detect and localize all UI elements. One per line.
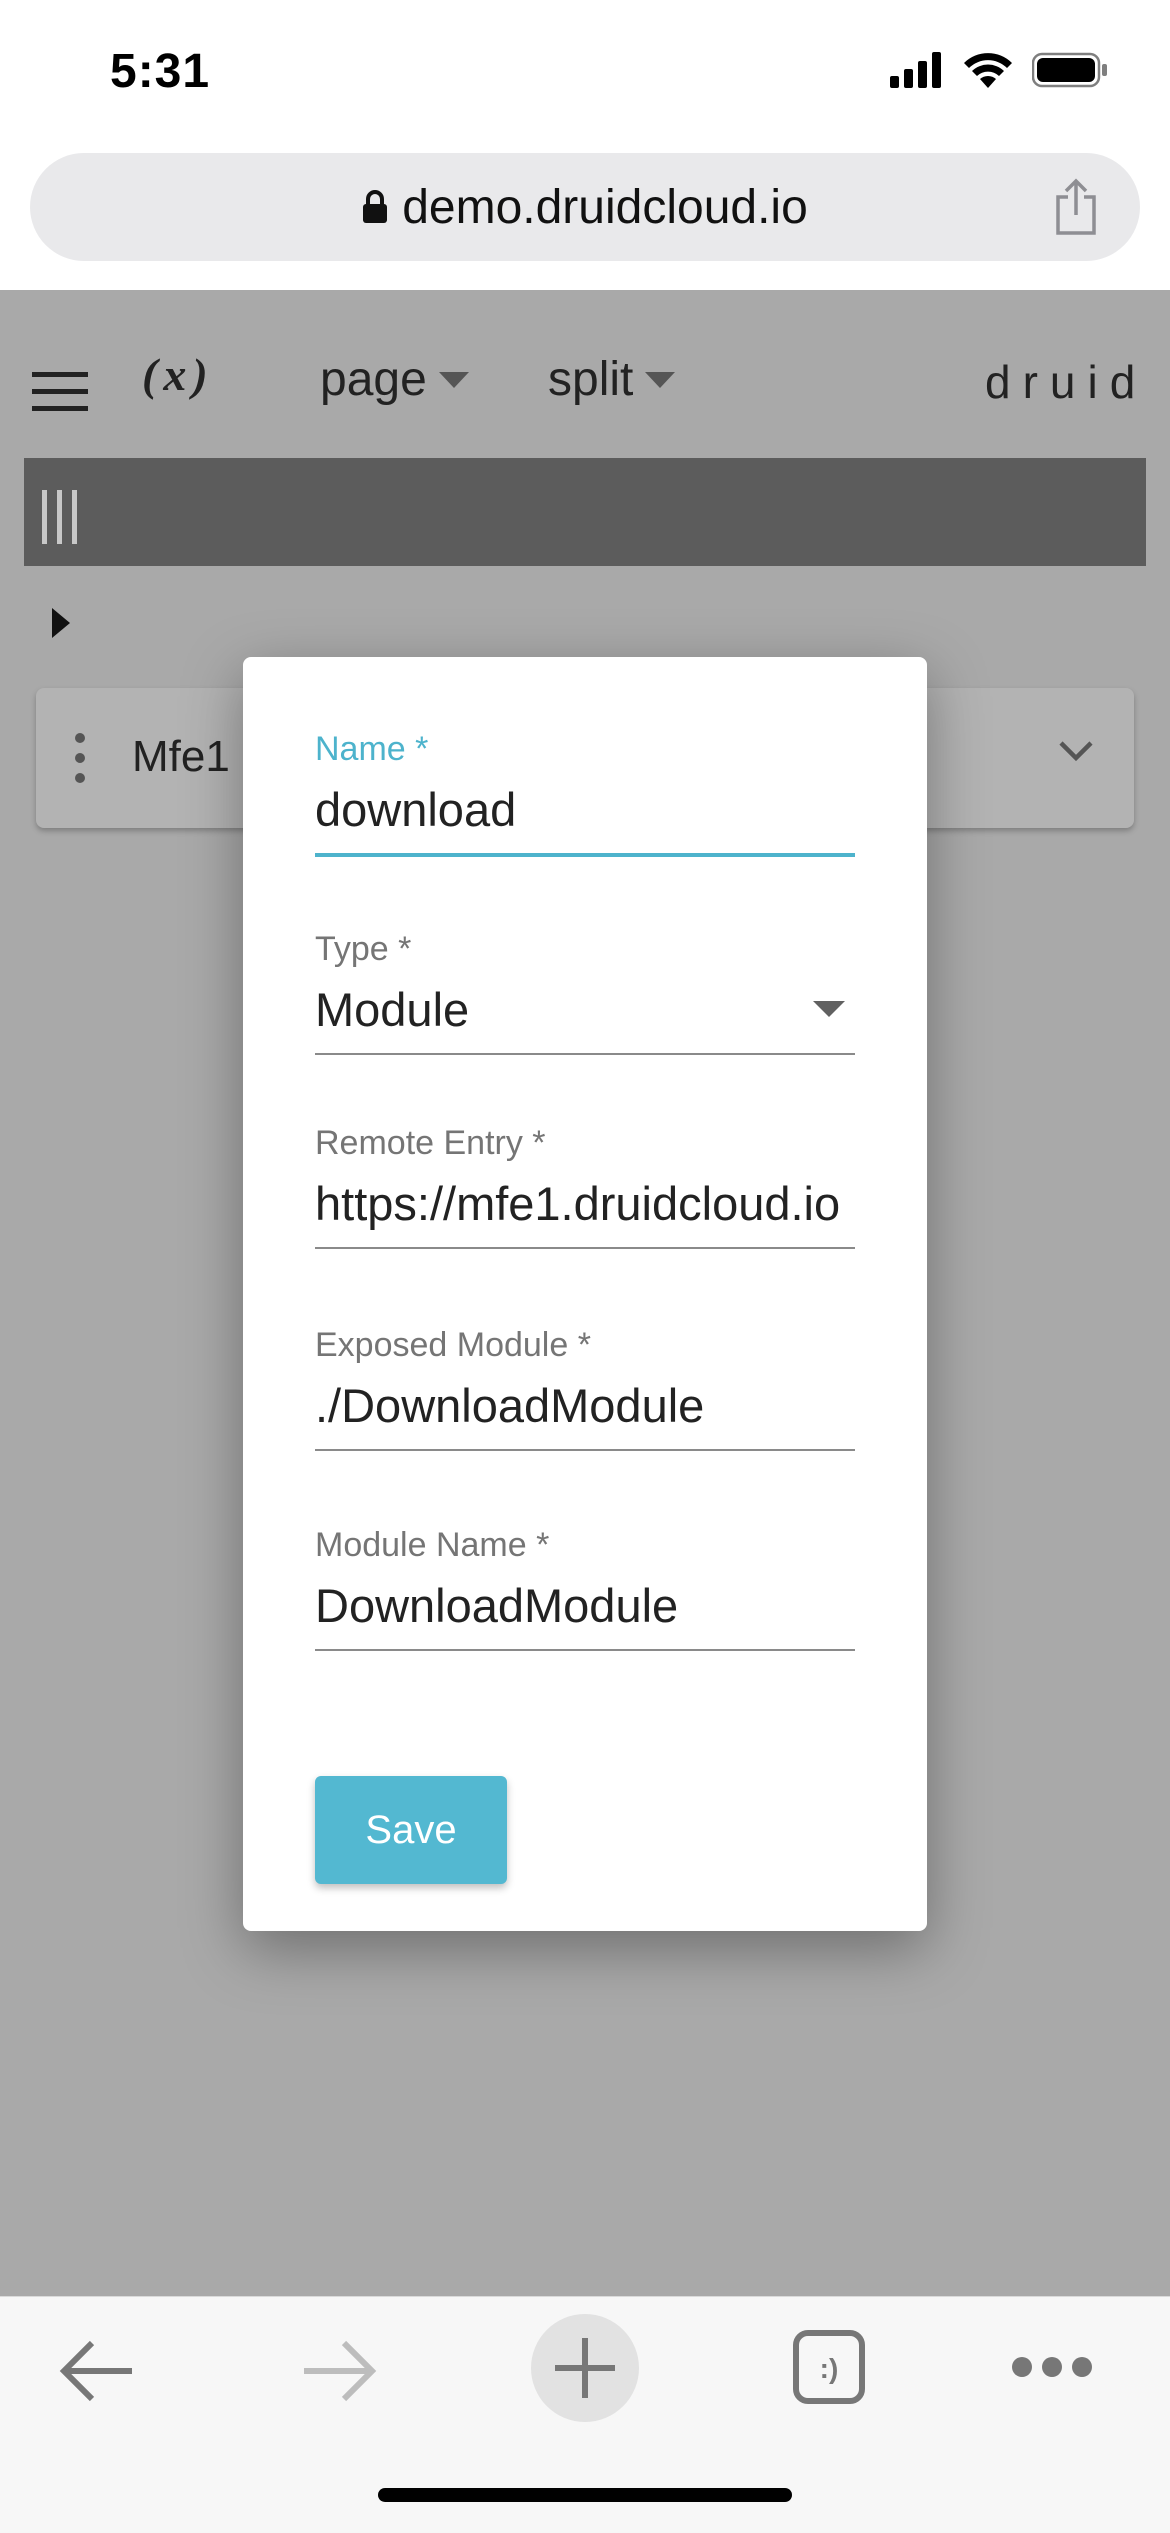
status-icons [890,52,1108,88]
select-arrow-icon[interactable] [813,1001,845,1017]
caret-down-icon [438,371,469,388]
module-name-label: Module Name * [315,1526,550,1564]
panel-header-bar [24,458,1146,566]
menu-icon[interactable] [32,372,88,412]
forward-arrow-icon[interactable] [302,2339,378,2403]
mfe-config-dialog: Name * download Type * Module Remote Ent… [243,657,927,1931]
split-dropdown[interactable]: split [548,352,676,407]
name-underline [315,853,855,857]
module-name-input[interactable]: DownloadModule [315,1575,855,1637]
url-text: demo.druidcloud.io [402,180,808,234]
module-name-field[interactable]: Module Name * DownloadModule [315,1525,855,1651]
exposed-module-input[interactable]: ./DownloadModule [315,1375,855,1437]
plus-icon[interactable] [530,2313,640,2423]
caret-right-icon[interactable] [52,608,70,638]
tabs-icon[interactable]: :) [792,2329,866,2405]
back-arrow-icon[interactable] [58,2339,134,2403]
formula-button[interactable]: (x) [142,348,214,401]
name-field[interactable]: Name * download [315,729,855,857]
name-input[interactable]: download [315,779,855,841]
svg-text::): :) [820,2353,839,2384]
home-indicator [378,2488,792,2502]
more-horiz-icon[interactable] [1010,2355,1094,2379]
caret-down-icon [645,371,676,388]
more-vert-icon[interactable] [74,732,86,784]
grip-icon[interactable] [40,490,80,544]
type-label: Type * [315,930,412,968]
type-select[interactable]: Module [315,979,855,1041]
type-field[interactable]: Type * Module [315,929,855,1055]
exposed-module-underline [315,1449,855,1451]
brand-logo-text: druid [985,356,1148,408]
split-dropdown-label: split [548,353,634,406]
save-button[interactable]: Save [315,1776,507,1884]
address-bar[interactable]: demo.druidcloud.io [30,153,1140,261]
remote-entry-field[interactable]: Remote Entry * https://mfe1.druidcloud.i… [315,1123,855,1249]
type-underline [315,1053,855,1055]
page-dropdown[interactable]: page [320,352,469,407]
status-bar: 5:31 [0,0,1170,150]
wifi-icon [964,53,1012,88]
exposed-module-label: Exposed Module * [315,1326,591,1364]
share-icon[interactable] [1052,177,1100,237]
exposed-module-field[interactable]: Exposed Module * ./DownloadModule [315,1325,855,1451]
lock-icon [363,190,388,223]
battery-icon [1032,52,1107,88]
module-name-underline [315,1649,855,1651]
remote-entry-label: Remote Entry * [315,1124,546,1162]
chevron-down-icon[interactable] [1058,740,1094,762]
card-label: Mfe1 [132,732,230,781]
remote-entry-input[interactable]: https://mfe1.druidcloud.io [315,1173,855,1235]
status-time: 5:31 [110,45,211,98]
cellular-signal-icon [890,52,941,88]
name-label: Name * [315,730,429,768]
url-wrap: demo.druidcloud.io [30,153,1140,261]
remote-entry-underline [315,1247,855,1249]
page-dropdown-label: page [320,353,427,406]
